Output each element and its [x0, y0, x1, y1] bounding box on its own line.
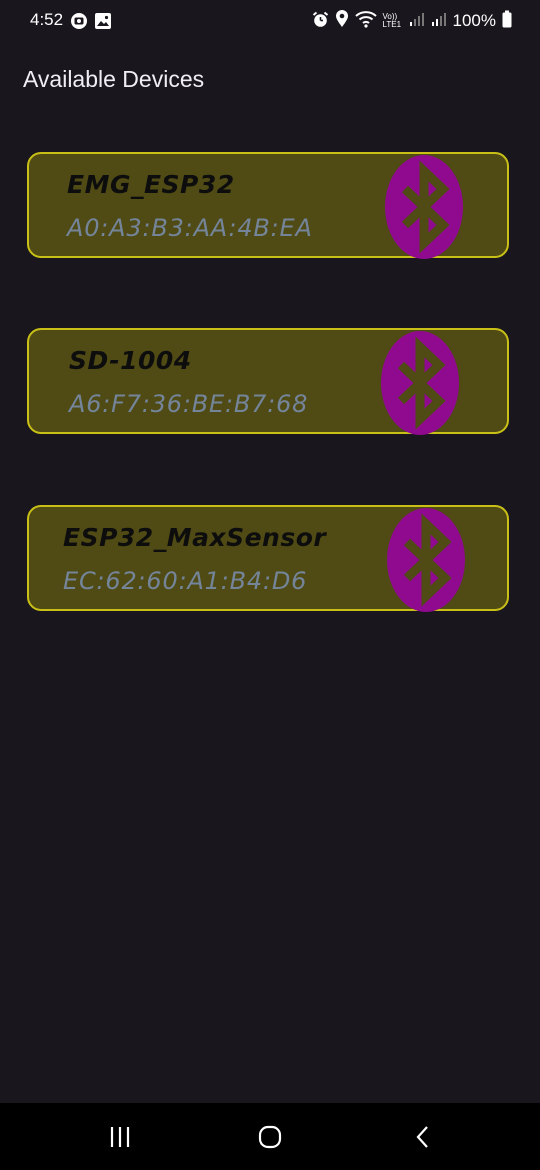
alarm-icon	[312, 11, 329, 32]
device-name: ESP32_MaxSensor	[63, 523, 327, 552]
device-address: A0:A3:B3:AA:4B:EA	[67, 214, 313, 242]
back-button[interactable]	[403, 1121, 443, 1157]
device-address: EC:62:60:A1:B4:D6	[63, 567, 308, 595]
home-button[interactable]	[250, 1121, 290, 1157]
device-name: EMG_ESP32	[67, 170, 235, 199]
status-time: 4:52	[30, 10, 64, 29]
bluetooth-icon	[380, 330, 460, 436]
device-card[interactable]: SD-1004 A6:F7:36:BE:B7:68	[27, 328, 509, 436]
device-card[interactable]: EMG_ESP32 A0:A3:B3:AA:4B:EA	[27, 152, 509, 260]
back-icon	[414, 1125, 432, 1153]
status-bar: 4:52 Vo)) LTE1 100%	[0, 0, 540, 42]
bluetooth-icon	[384, 154, 464, 260]
home-icon	[258, 1125, 282, 1153]
screen-record-icon	[70, 12, 88, 34]
device-name: SD-1004	[69, 346, 192, 375]
bluetooth-icon	[386, 507, 466, 613]
gallery-icon	[94, 12, 112, 34]
device-address: A6:F7:36:BE:B7:68	[69, 390, 309, 418]
volte-icon: Vo)) LTE1	[382, 12, 402, 29]
signal-icon	[409, 11, 425, 31]
battery-icon	[502, 10, 512, 32]
device-card[interactable]: ESP32_MaxSensor EC:62:60:A1:B4:D6	[27, 505, 509, 613]
signal-icon	[431, 11, 447, 31]
recents-icon	[108, 1126, 132, 1152]
page-title: Available Devices	[23, 66, 205, 92]
navigation-bar	[0, 1103, 540, 1170]
recents-button[interactable]	[100, 1121, 140, 1157]
battery-percentage: 100%	[452, 11, 496, 30]
wifi-icon	[354, 10, 377, 32]
location-icon	[335, 10, 349, 32]
